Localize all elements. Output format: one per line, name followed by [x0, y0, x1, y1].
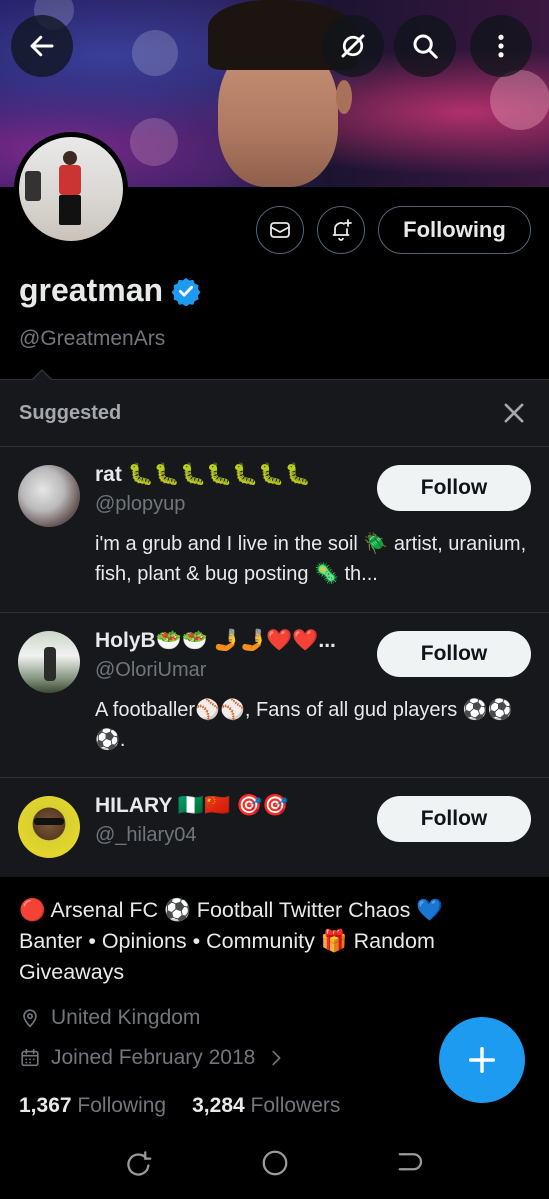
follow-button[interactable]: Follow — [377, 465, 531, 511]
suggested-user-name[interactable]: HILARY 🇳🇬🇨🇳 🎯🎯 — [95, 794, 288, 818]
suggested-user-name[interactable]: HolyB🥗🥗 🤳🤳❤️❤️... — [95, 629, 336, 653]
grok-button[interactable] — [322, 15, 384, 77]
more-options-button[interactable] — [470, 15, 532, 77]
close-icon[interactable] — [500, 399, 528, 427]
avatar-photo-detail — [44, 647, 56, 681]
bio-line: Banter • Opinions • Community 🎁 Random — [19, 929, 435, 953]
suggested-user-bio: i'm a grub and I live in the soil 🪲 arti… — [95, 533, 527, 585]
profile-bio: 🔴 Arsenal FC ⚽ Football Twitter Chaos 💙 … — [19, 895, 529, 988]
bell-plus-icon — [332, 219, 352, 241]
followers-count: 3,284 — [192, 1094, 245, 1117]
suggested-panel: Suggested rat 🐛🐛🐛🐛🐛🐛🐛 @plopyup i'm a gru… — [0, 379, 549, 877]
compose-post-button[interactable] — [439, 1017, 525, 1103]
location-text: United Kingdom — [51, 1006, 201, 1029]
verified-badge-icon[interactable] — [171, 276, 201, 306]
banner-bokeh — [130, 118, 178, 166]
avatar-photo-detail — [34, 818, 64, 825]
display-name: greatman — [19, 272, 201, 309]
avatar-photo-detail — [63, 151, 77, 165]
profile-handle: @GreatmenArs — [19, 327, 166, 350]
suggested-user-avatar[interactable] — [18, 465, 80, 527]
suggested-user-row[interactable]: rat 🐛🐛🐛🐛🐛🐛🐛 @plopyup i'm a grub and I li… — [0, 446, 549, 612]
system-nav-bar — [0, 1136, 549, 1199]
avatar-photo — [19, 137, 123, 241]
suggested-user-avatar[interactable] — [18, 796, 80, 858]
plus-icon — [468, 1046, 496, 1074]
avatar-photo-detail — [25, 171, 41, 201]
back-nav-icon[interactable] — [396, 1148, 426, 1178]
suggested-user-name[interactable]: rat 🐛🐛🐛🐛🐛🐛🐛 — [95, 463, 311, 487]
notify-button[interactable] — [317, 206, 365, 254]
following-count-label: Following — [77, 1094, 167, 1117]
following-count: 1,367 — [19, 1094, 72, 1117]
joined-text: Joined February 2018 — [51, 1046, 256, 1069]
location-pin-icon — [23, 1009, 37, 1028]
grok-icon — [341, 34, 365, 58]
bio-line: 🔴 Arsenal FC ⚽ Football Twitter Chaos 💙 — [19, 898, 444, 922]
following-count-link[interactable]: 1,367 Following — [19, 1094, 166, 1118]
suggested-user-bio: A footballer⚾⚾, Fans of all gud players … — [95, 699, 513, 751]
chevron-right-icon — [272, 1050, 281, 1066]
message-button[interactable] — [256, 206, 304, 254]
mail-icon — [270, 222, 290, 238]
banner-bokeh — [132, 30, 178, 76]
followers-count-link[interactable]: 3,284 Followers — [192, 1094, 340, 1118]
profile-location: United Kingdom — [19, 1006, 200, 1030]
following-button[interactable]: Following — [378, 206, 531, 254]
profile-joined[interactable]: Joined February 2018 — [19, 1046, 287, 1070]
suggested-user-handle: @OloriUmar — [95, 659, 207, 681]
avatar-photo-detail — [59, 165, 81, 195]
follow-button[interactable]: Follow — [377, 796, 531, 842]
search-icon — [413, 34, 438, 59]
bio-line: Giveaways — [19, 960, 125, 984]
more-vertical-icon — [498, 34, 504, 58]
display-name-text: greatman — [19, 272, 164, 308]
arrow-left-icon — [30, 35, 54, 57]
home-circle-icon[interactable] — [260, 1148, 290, 1178]
suggested-user-handle: @_hilary04 — [95, 824, 197, 846]
profile-avatar[interactable] — [14, 132, 128, 246]
follow-counts: 1,367 Following 3,284 Followers — [19, 1094, 340, 1118]
avatar-photo-detail — [59, 195, 81, 225]
follow-button[interactable]: Follow — [377, 631, 531, 677]
calendar-icon — [21, 1048, 39, 1067]
player-ear — [336, 80, 352, 114]
suggested-user-row[interactable]: HILARY 🇳🇬🇨🇳 🎯🎯 @_hilary04 Follow — [0, 777, 549, 878]
suggested-pointer-fill — [32, 371, 52, 381]
suggested-user-avatar[interactable] — [18, 631, 80, 693]
back-button[interactable] — [11, 15, 73, 77]
banner-bokeh — [490, 70, 549, 130]
followers-count-label: Followers — [250, 1094, 341, 1117]
suggested-user-handle: @plopyup — [95, 493, 186, 515]
search-button[interactable] — [394, 15, 456, 77]
suggested-user-row[interactable]: HolyB🥗🥗 🤳🤳❤️❤️... @OloriUmar A footballe… — [0, 612, 549, 777]
suggested-title: Suggested — [19, 402, 122, 424]
recent-apps-icon[interactable] — [124, 1148, 154, 1178]
